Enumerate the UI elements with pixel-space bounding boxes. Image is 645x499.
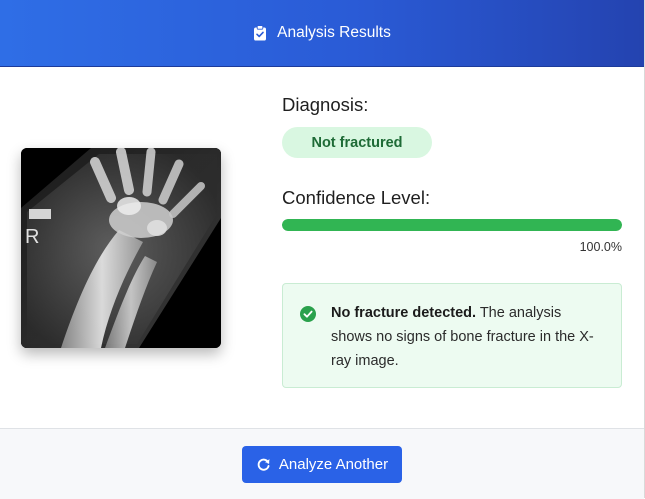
xray-tag <box>29 209 51 219</box>
results-header: Analysis Results <box>0 0 644 67</box>
diagnosis-label: Diagnosis: <box>282 94 369 115</box>
results-footer: Analyze Another <box>0 428 644 499</box>
confidence-value: 100.0% <box>579 240 622 254</box>
confidence-bar <box>282 219 622 231</box>
header-title: Analysis Results <box>277 24 391 41</box>
alert-title: No fracture detected. <box>331 305 477 321</box>
check-circle-icon <box>300 306 316 322</box>
xray-marker-r: R <box>25 226 39 248</box>
xray-graphic: R <box>21 148 221 348</box>
confidence-bar-fill <box>282 219 622 231</box>
results-card: Analysis Results R Diagnosis: Not fractu… <box>0 0 645 499</box>
xray-image: R <box>21 148 221 348</box>
result-alert: No fracture detected. The analysis shows… <box>282 283 622 388</box>
results-body: R Diagnosis: Not fractured Confidence Le… <box>0 67 644 429</box>
analyze-another-label: Analyze Another <box>278 455 389 473</box>
refresh-icon <box>257 458 270 471</box>
confidence-label: Confidence Level: <box>282 187 431 208</box>
analyze-another-button[interactable]: Analyze Another <box>241 445 403 483</box>
clipboard-check-icon <box>254 25 267 41</box>
diagnosis-badge: Not fractured <box>282 127 432 158</box>
